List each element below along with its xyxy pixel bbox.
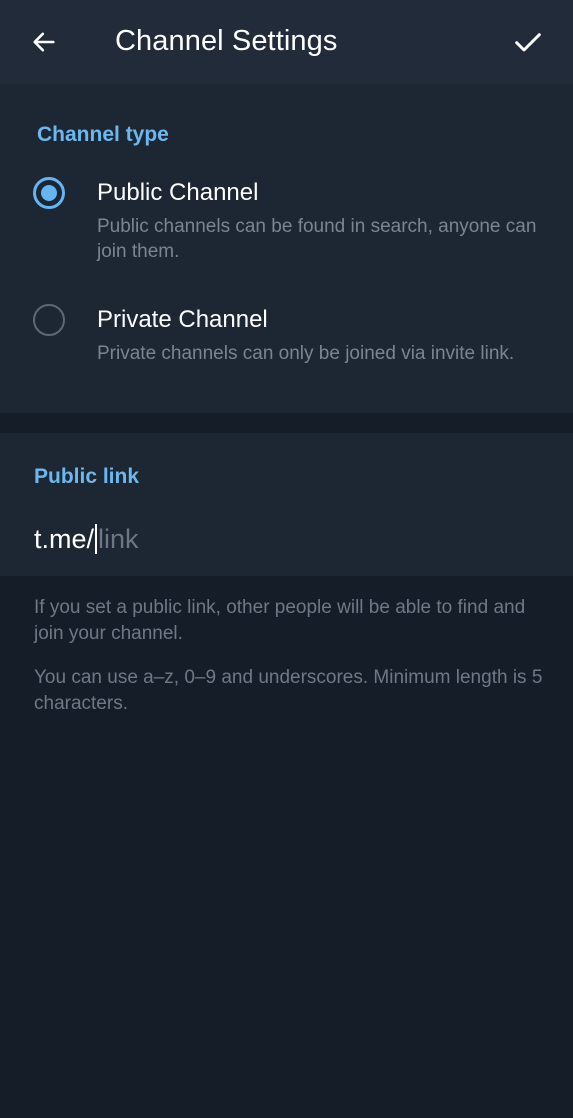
back-button[interactable]	[24, 22, 64, 62]
arrow-left-icon	[33, 32, 55, 52]
check-icon	[515, 33, 541, 52]
public-channel-label: Public Channel	[97, 179, 259, 206]
private-channel-radio[interactable]	[33, 304, 65, 336]
public-link-section: Public link t.me/	[0, 433, 573, 576]
app-header: Channel Settings	[0, 0, 573, 84]
private-channel-description: Private channels can only be joined via …	[97, 343, 515, 364]
text-caret	[95, 524, 98, 554]
private-channel-option[interactable]: Private Channel Private channels can onl…	[0, 304, 573, 414]
link-rules-help-text: You can use a–z, 0–9 and underscores. Mi…	[34, 667, 543, 714]
public-channel-option[interactable]: Public Channel Public channels can be fo…	[0, 177, 573, 287]
confirm-button[interactable]	[506, 20, 550, 64]
link-prefix: t.me/	[34, 523, 95, 554]
public-channel-description: Public channels can be found in search, …	[97, 216, 537, 262]
public-link-help-text: If you set a public link, other people w…	[34, 597, 526, 644]
public-link-field[interactable]: t.me/	[34, 521, 399, 557]
channel-type-heading: Channel type	[37, 123, 169, 146]
public-link-input[interactable]	[98, 523, 399, 555]
public-channel-radio[interactable]	[33, 177, 65, 209]
public-link-heading: Public link	[34, 465, 140, 488]
private-channel-label: Private Channel	[97, 306, 268, 333]
page-title: Channel Settings	[115, 25, 338, 57]
channel-type-section: Channel type Public Channel Public chann…	[0, 84, 573, 413]
